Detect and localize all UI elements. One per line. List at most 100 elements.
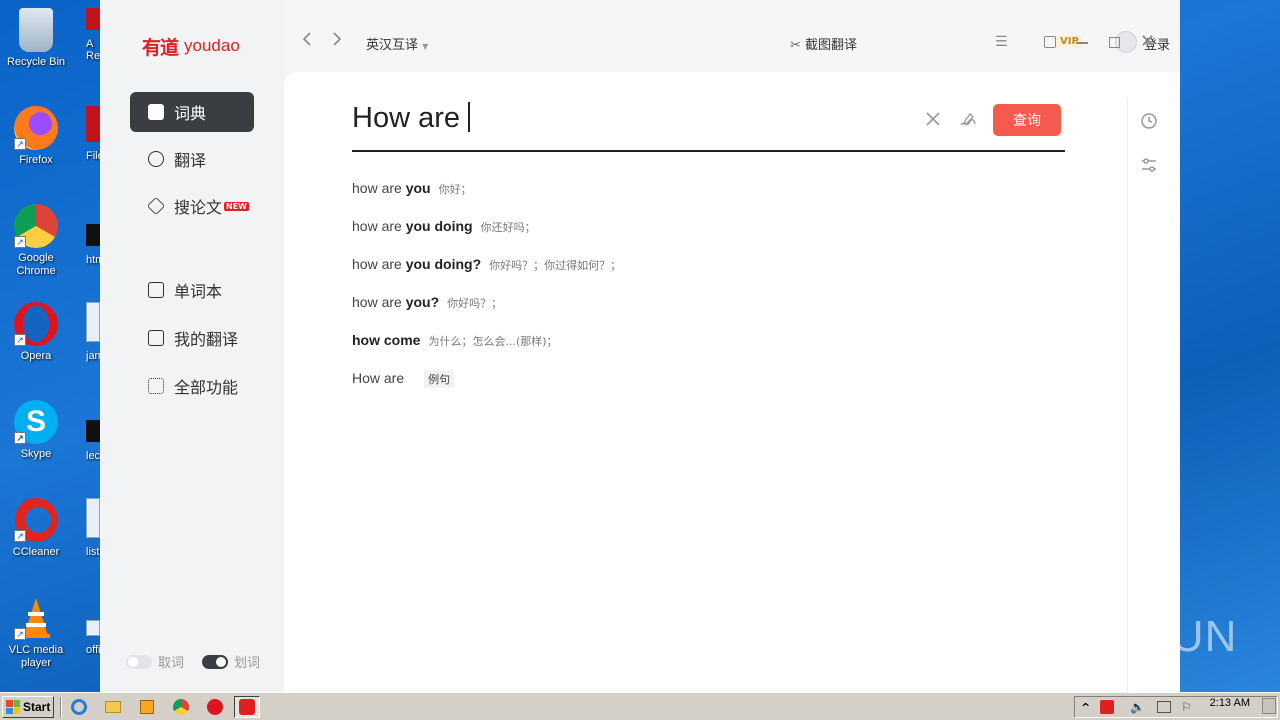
maximize-icon[interactable] [1109, 37, 1120, 48]
desktop-icon-label: listec [86, 546, 100, 558]
close-icon[interactable]: ✕ [1140, 33, 1155, 51]
firefox-icon: ↗ [14, 106, 58, 150]
desktop-icon-label: Firefox [19, 154, 53, 166]
start-button[interactable]: Start [2, 696, 54, 718]
example-phrase: How are [352, 370, 405, 386]
quicklaunch-ie[interactable] [66, 696, 92, 718]
desktop-icon-partial[interactable]: htm [86, 224, 100, 266]
suggestion-completion: you doing? [405, 256, 482, 272]
sidebar-item-search-papers[interactable]: 搜论文 NEW [130, 186, 254, 226]
desktop-icon-partial[interactable]: lec [86, 420, 100, 462]
desktop-icon-label: Google Chrome [16, 252, 56, 277]
search-input[interactable]: How are [352, 102, 470, 135]
media-player-icon [140, 700, 154, 714]
youdao-app-icon [239, 699, 255, 715]
example-sentence-item[interactable]: How are 例句 [352, 370, 455, 388]
sidebar-item-my-translation[interactable]: 我的翻译 [130, 318, 254, 358]
query-button[interactable]: 查询 [993, 104, 1061, 136]
quicklaunch-explorer[interactable] [100, 696, 126, 718]
language-label: 英汉互译 [366, 38, 419, 53]
logo-mark: 有道 [142, 36, 179, 59]
toggle-pick-word[interactable]: 取词 [126, 652, 184, 671]
desktop-icon-partial[interactable]: office [86, 620, 100, 656]
chevron-right-icon [333, 32, 342, 46]
search-underline [352, 150, 1065, 152]
show-desktop-button[interactable] [1262, 698, 1276, 714]
desktop-icon-vlc[interactable]: ↗ VLC media player [0, 596, 72, 670]
chevron-left-icon [302, 32, 311, 46]
youdao-tray-icon[interactable] [1100, 700, 1115, 714]
my-translation-icon [148, 330, 164, 346]
taskbar-separator [60, 697, 62, 717]
sidebar-item-translate[interactable]: 翻译 [130, 139, 254, 179]
back-button[interactable] [302, 32, 312, 50]
example-tag: 例句 [424, 370, 455, 388]
quicklaunch-opera[interactable] [202, 696, 228, 718]
desktop-icon-label: VLC media player [8, 644, 64, 669]
dictionary-icon [148, 104, 164, 120]
desktop-icon-label: CCleaner [12, 546, 60, 558]
suggestion-item[interactable]: how are you doing? 你好吗？；你过得如何？； [352, 256, 621, 273]
all-features-icon [148, 378, 164, 394]
taskbar-youdao[interactable] [234, 696, 260, 718]
suggestion-item[interactable]: how come 为什么；怎么会...(那样)； [352, 332, 558, 349]
speaker-icon[interactable]: 🔈 [1130, 700, 1145, 714]
desktop-icon-label: Opera [20, 350, 52, 362]
opera-icon [207, 699, 223, 715]
desktop-icon-ccleaner[interactable]: ↗ CCleaner [0, 498, 72, 559]
desktop-icon-label: lec [86, 450, 100, 462]
new-badge: NEW [224, 201, 249, 211]
youdao-logo: 有道 youdao [142, 32, 240, 60]
sidebar-item-wordbook[interactable]: 单词本 [130, 270, 254, 310]
clear-input-icon[interactable] [924, 110, 942, 128]
tray-expand-chevron[interactable]: ^ [1081, 701, 1090, 714]
desktop-icon-recycle-bin[interactable]: Recycle Bin [0, 8, 72, 69]
desktop-icon-skype[interactable]: S ↗ Skype [0, 400, 72, 461]
sidebar-item-label: 搜论文 [174, 198, 223, 217]
graduation-cap-icon [146, 196, 166, 216]
handwriting-icon[interactable] [958, 110, 978, 130]
language-selector[interactable]: 英汉互译 ▼ [366, 34, 428, 53]
suggestion-item[interactable]: how are you doing 你还好吗； [352, 218, 536, 235]
suggestion-item[interactable]: how are you? 你好吗？； [352, 294, 502, 311]
toggle-select-word[interactable]: 划词 [202, 652, 260, 671]
desktop-icon-chrome[interactable]: ↗ Google Chrome [0, 204, 72, 278]
menu-icon[interactable]: ☰ [995, 34, 1008, 50]
network-icon[interactable] [1157, 701, 1172, 713]
suggestion-completion: you doing [405, 218, 473, 234]
desktop-icon-firefox[interactable]: ↗ Firefox [0, 106, 72, 167]
dictionary-panel: How are 查询 how are you 你好； how are you d… [284, 72, 1180, 692]
suggestion-meaning: 你好吗？； [447, 297, 503, 310]
sidebar: 有道 youdao 词典 翻译 搜论文 NEW 单词本 我的翻译 全部功能 取词… [100, 0, 284, 692]
settings-sliders-icon[interactable] [1140, 156, 1158, 174]
taskbar: Start ^ 🔈 ⚐ 2:13 AM [0, 692, 1280, 720]
clock[interactable]: 2:13 AM [1210, 697, 1250, 709]
suggestion-item[interactable]: how are you 你好； [352, 180, 472, 197]
select-word-switch[interactable] [202, 654, 228, 669]
desktop-icon-partial[interactable]: A Re [86, 8, 100, 62]
mini-mode-icon[interactable] [1044, 36, 1056, 48]
action-center-flag-icon[interactable]: ⚐ [1181, 700, 1192, 714]
suggestion-completion: come [383, 332, 421, 348]
sidebar-item-label: 翻译 [174, 151, 207, 170]
desktop-icon-partial[interactable]: jame [86, 302, 100, 362]
forward-button[interactable] [332, 32, 342, 50]
youdao-window: 有道 youdao 词典 翻译 搜论文 NEW 单词本 我的翻译 全部功能 取词… [100, 0, 1180, 692]
sidebar-item-dictionary[interactable]: 词典 [130, 92, 254, 132]
pick-word-switch[interactable] [126, 654, 152, 669]
quicklaunch-media[interactable] [134, 696, 160, 718]
suggestion-meaning: 你好； [438, 183, 472, 196]
sidebar-item-all-features[interactable]: 全部功能 [130, 366, 254, 406]
quicklaunch-chrome[interactable] [168, 696, 194, 718]
minimize-icon[interactable] [1076, 42, 1088, 44]
sidebar-item-label: 词典 [174, 104, 207, 123]
desktop-icon-opera[interactable]: ↗ Opera [0, 302, 72, 363]
vlc-icon: ↗ [14, 596, 58, 640]
desktop-icon-partial[interactable]: FileZ [86, 106, 100, 162]
suggestion-meaning: 你好吗？；你过得如何？； [489, 259, 622, 272]
history-clock-icon[interactable] [1140, 112, 1158, 130]
screenshot-translate-button[interactable]: ✂ 截图翻译 [790, 34, 857, 53]
screenshot-translate-label: 截图翻译 [805, 38, 858, 53]
desktop-icon-partial[interactable]: listec [86, 498, 100, 558]
sidebar-item-label: 单词本 [174, 282, 223, 301]
